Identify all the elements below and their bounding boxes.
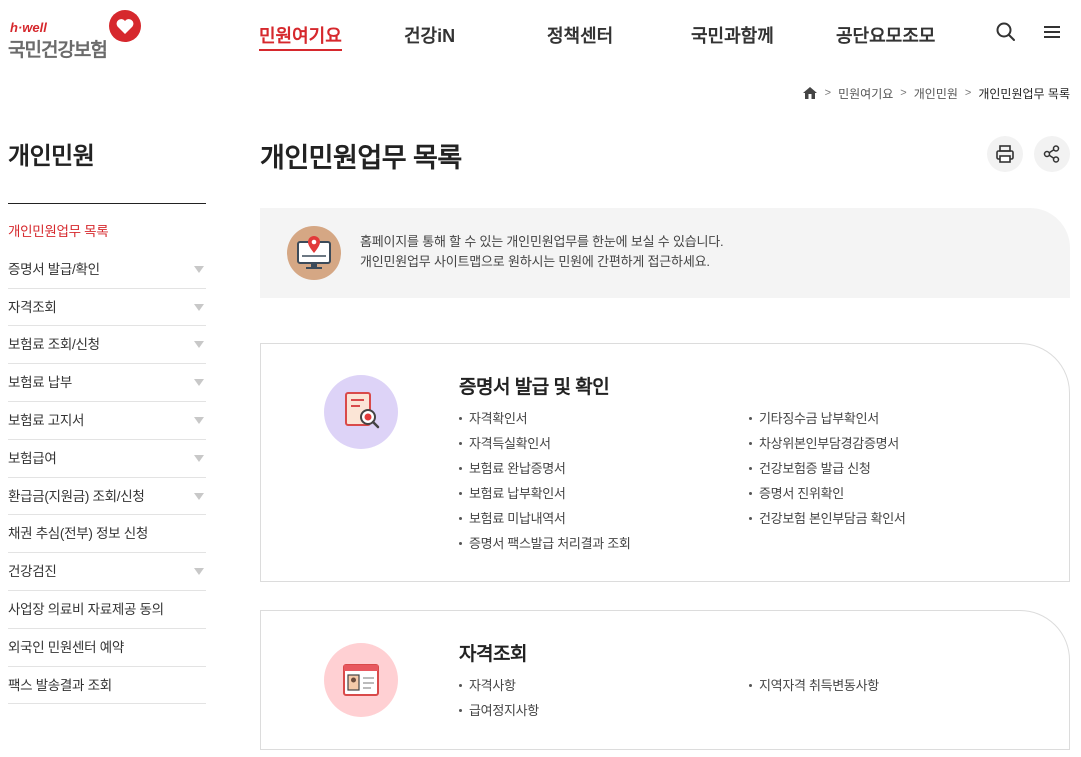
sidebar-item[interactable]: 개인민원업무 목록 — [8, 213, 206, 251]
card-icon-wrap — [324, 643, 398, 717]
chevron-down-icon[interactable] — [194, 454, 204, 462]
card-title: 증명서 발급 및 확인 — [459, 377, 610, 398]
chevron-right-icon: > — [824, 87, 832, 99]
site-header: h·well 국민건강보험 민원여기요 건강iN 정책센터 국민과함께 공단요모… — [0, 0, 1081, 70]
intro-text: 홈페이지를 통해 할 수 있는 개인민원업무를 한눈에 보실 수 있습니다. 개… — [360, 232, 724, 272]
sidebar-item-label: 보험급여 — [8, 450, 57, 466]
chevron-right-icon: > — [964, 87, 972, 99]
share-button[interactable] — [1034, 136, 1070, 172]
sidebar-item[interactable]: 자격조회 — [8, 289, 206, 327]
search-icon[interactable] — [994, 20, 1018, 44]
service-link[interactable]: 보험료 완납증명서 — [459, 456, 749, 481]
site-logo[interactable]: h·well 국민건강보험 — [8, 8, 141, 61]
chevron-down-icon[interactable] — [194, 303, 204, 311]
share-icon — [1043, 145, 1060, 163]
sidebar-item-label: 건강검진 — [8, 564, 57, 580]
card-icon-wrap — [324, 375, 398, 449]
card-title: 자격조회 — [459, 644, 527, 665]
service-link[interactable]: 건강보험증 발급 신청 — [749, 456, 1039, 481]
service-card-certificate: 증명서 발급 및 확인 자격확인서 기타징수금 납부확인서 자격득실확인서 차상위본인… — [260, 343, 1070, 582]
sidebar-item[interactable]: 보험료 납부 — [8, 364, 206, 402]
nav-item-together[interactable]: 국민과함께 — [691, 22, 774, 48]
breadcrumb-current: 개인민원업무 목록 — [978, 86, 1070, 101]
sidebar-item-label: 보험료 고지서 — [8, 412, 85, 428]
intro-line: 개인민원업무 사이트맵으로 원하시는 민원에 간편하게 접근하세요. — [360, 254, 710, 269]
sidebar-item-label: 채권 추심(전부) 정보 신청 — [8, 526, 148, 542]
service-link[interactable]: 기타징수금 납부확인서 — [749, 406, 1039, 431]
service-link[interactable]: 자격사항 — [459, 673, 749, 698]
sidebar-item-label: 외국인 민원센터 예약 — [8, 639, 124, 655]
sidebar-item[interactable]: 사업장 의료비 자료제공 동의 — [8, 591, 206, 629]
sidebar-item[interactable]: 보험급여 — [8, 440, 206, 478]
service-link[interactable]: 자격확인서 — [459, 406, 749, 431]
chevron-right-icon: > — [900, 87, 907, 99]
logo-tagline: h·well — [10, 20, 47, 35]
sidebar-item[interactable]: 환급금(지원금) 조회/신청 — [8, 478, 206, 516]
sidebar-item-label: 보험료 납부 — [8, 375, 73, 391]
menu-icon[interactable] — [1040, 20, 1064, 44]
sidebar-item-label: 팩스 발송결과 조회 — [8, 677, 112, 693]
chevron-down-icon[interactable] — [194, 341, 204, 349]
sidebar-item[interactable]: 팩스 발송결과 조회 — [8, 667, 206, 705]
service-link[interactable]: 자격득실확인서 — [459, 431, 749, 456]
chevron-down-icon[interactable] — [194, 265, 204, 273]
logo-name: 국민건강보험 — [8, 40, 108, 61]
chevron-down-icon[interactable] — [194, 568, 204, 576]
sidebar-title: 개인민원 — [8, 143, 95, 170]
service-link[interactable]: 건강보험 본인부담금 확인서 — [749, 506, 1039, 531]
sidebar-item-label: 환급금(지원금) 조회/신청 — [8, 488, 145, 504]
monitor-location-icon — [287, 226, 341, 280]
nav-item-policy[interactable]: 정책센터 — [547, 22, 613, 48]
nav-item-health-in[interactable]: 건강iN — [404, 22, 455, 48]
page-title: 개인민원업무 목록 — [260, 143, 462, 173]
breadcrumb: > 민원여기요 > 개인민원 > 개인민원업무 목록 — [802, 84, 1070, 102]
breadcrumb-item[interactable]: 민원여기요 — [838, 85, 893, 102]
printer-icon — [996, 145, 1014, 163]
print-button[interactable] — [987, 136, 1023, 172]
breadcrumb-item[interactable]: 개인민원 — [914, 85, 958, 102]
sidebar-item-label: 개인민원업무 목록 — [8, 224, 109, 239]
certificate-search-icon — [345, 392, 380, 429]
service-link[interactable]: 급여정지사항 — [459, 698, 749, 723]
sidebar-item[interactable]: 보험료 고지서 — [8, 402, 206, 440]
service-link[interactable]: 보험료 납부확인서 — [459, 481, 749, 506]
card-link-list: 자격확인서 기타징수금 납부확인서 자격득실확인서 차상위본인부담경감증명서 보험료 완… — [459, 406, 1049, 556]
service-link[interactable]: 증명서 진위확인 — [749, 481, 1039, 506]
service-link[interactable]: 보험료 미납내역서 — [459, 506, 749, 531]
nav-item-civil[interactable]: 민원여기요 — [259, 22, 342, 51]
sidebar-item[interactable]: 건강검진 — [8, 553, 206, 591]
heart-icon — [109, 10, 141, 42]
service-card-eligibility: 자격조회 자격사항 지역자격 취득변동사항 급여정지사항 — [260, 610, 1070, 750]
sidebar-item-label: 보험료 조회/신청 — [8, 337, 100, 353]
intro-box: 홈페이지를 통해 할 수 있는 개인민원업무를 한눈에 보실 수 있습니다. 개… — [260, 208, 1070, 298]
sidebar-divider — [8, 203, 206, 204]
sidebar-item[interactable]: 증명서 발급/확인 — [8, 251, 206, 289]
sidebar-menu: 개인민원업무 목록증명서 발급/확인자격조회보험료 조회/신청보험료 납부보험료… — [8, 213, 206, 705]
intro-line: 홈페이지를 통해 할 수 있는 개인민원업무를 한눈에 보실 수 있습니다. — [360, 234, 724, 249]
chevron-down-icon[interactable] — [194, 379, 204, 387]
nav-item-about[interactable]: 공단요모조모 — [836, 22, 935, 48]
service-link[interactable]: 차상위본인부담경감증명서 — [749, 431, 1039, 456]
sidebar-item[interactable]: 채권 추심(전부) 정보 신청 — [8, 515, 206, 554]
sidebar-item[interactable]: 보험료 조회/신청 — [8, 326, 206, 365]
service-link[interactable]: 증명서 팩스발급 처리결과 조회 — [459, 531, 749, 556]
sidebar-item[interactable]: 외국인 민원센터 예약 — [8, 629, 206, 667]
sidebar-item-label: 사업장 의료비 자료제공 동의 — [8, 601, 164, 617]
card-link-list: 자격사항 지역자격 취득변동사항 급여정지사항 — [459, 673, 1049, 723]
sidebar-item-label: 증명서 발급/확인 — [8, 261, 100, 277]
id-card-icon — [343, 664, 379, 696]
chevron-down-icon[interactable] — [194, 492, 204, 500]
sidebar-item-label: 자격조회 — [8, 299, 57, 315]
home-icon[interactable] — [802, 85, 818, 101]
chevron-down-icon[interactable] — [194, 416, 204, 424]
service-link[interactable]: 지역자격 취득변동사항 — [749, 673, 1039, 698]
